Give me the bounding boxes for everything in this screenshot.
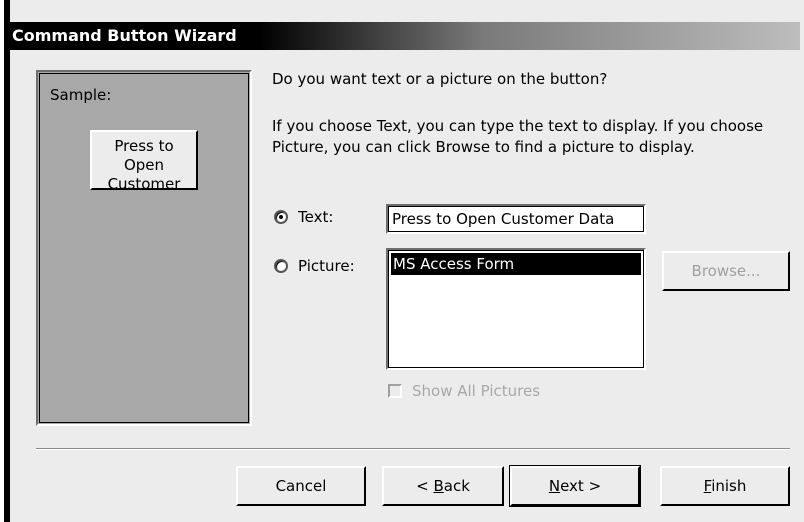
- finish-button-rest: inish: [711, 477, 747, 495]
- browse-button[interactable]: Browse...: [662, 251, 790, 291]
- button-text-input[interactable]: Press to Open Customer Data: [386, 204, 646, 234]
- back-button-prefix: <: [416, 477, 434, 495]
- cancel-button[interactable]: Cancel: [236, 466, 366, 506]
- list-item[interactable]: MS Access Form: [391, 253, 641, 275]
- cancel-button-label: Cancel: [275, 477, 327, 495]
- picture-listbox[interactable]: MS Access Form: [386, 248, 646, 370]
- sample-preview-panel: Sample: Press to Open Customer Data: [36, 70, 252, 426]
- sample-button-preview: Press to Open Customer Data: [90, 130, 198, 190]
- question-text: Do you want text or a picture on the but…: [272, 70, 608, 88]
- window-title: Command Button Wizard: [12, 26, 237, 45]
- picture-radio[interactable]: [274, 259, 288, 273]
- back-button-rest: ack: [443, 477, 470, 495]
- text-radio[interactable]: [274, 210, 288, 224]
- next-button[interactable]: Next >: [509, 465, 641, 507]
- sample-label: Sample:: [50, 86, 112, 104]
- text-radio-label: Text:: [298, 208, 334, 226]
- show-all-pictures-label: Show All Pictures: [412, 382, 541, 400]
- show-all-pictures-checkbox[interactable]: [388, 384, 402, 398]
- next-button-accel: N: [548, 477, 561, 495]
- back-button[interactable]: < Back: [382, 466, 504, 506]
- separator: [36, 448, 790, 450]
- back-button-accel: B: [433, 477, 444, 495]
- title-bar: Command Button Wizard: [6, 22, 800, 50]
- finish-button[interactable]: Finish: [660, 466, 790, 506]
- instructions-text: If you choose Text, you can type the tex…: [272, 117, 764, 156]
- picture-radio-label: Picture:: [298, 257, 355, 275]
- next-button-rest: ext >: [560, 477, 602, 495]
